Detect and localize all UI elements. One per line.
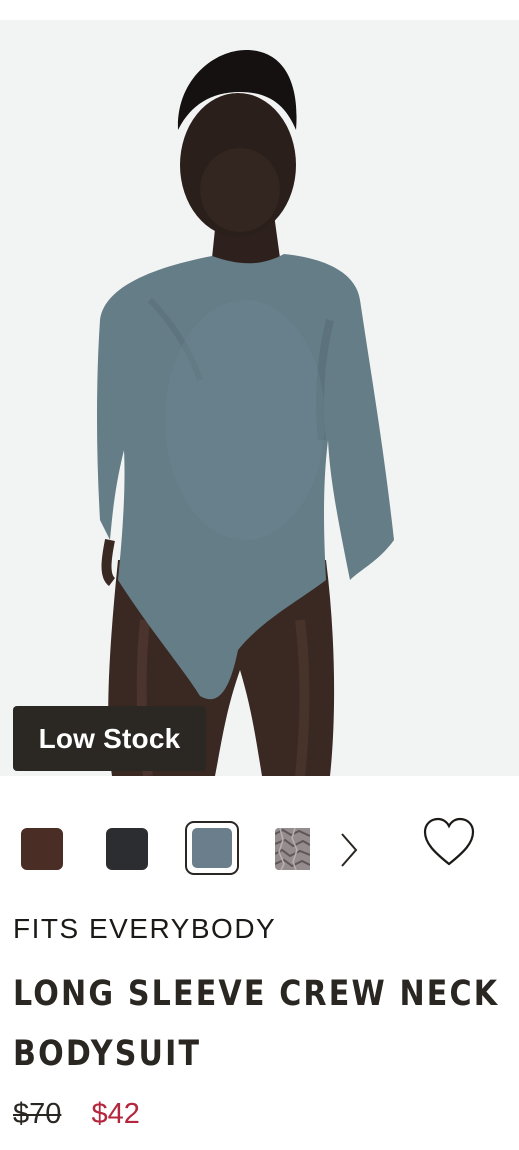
heart-outline-icon[interactable]: [422, 816, 476, 870]
sale-price: $42: [91, 1098, 140, 1130]
swatch-slate-blue-selected[interactable]: [185, 821, 239, 875]
original-price: $70: [13, 1098, 62, 1130]
brand-label: FITS EVERYBODY: [13, 913, 277, 944]
swatch-black[interactable]: [106, 828, 148, 870]
product-image[interactable]: Low Stock: [0, 20, 519, 776]
low-stock-label: Low Stock: [38, 722, 181, 754]
swatch-snake-print[interactable]: [275, 828, 310, 870]
chevron-right-icon[interactable]: [337, 830, 361, 870]
price-row: $70 $42: [13, 1098, 140, 1131]
swatch-brown[interactable]: [21, 828, 63, 870]
product-title[interactable]: LONG SLEEVE CREW NECK BODYSUIT: [13, 964, 503, 1084]
color-swatches: [0, 816, 519, 880]
low-stock-badge: Low Stock: [13, 706, 206, 771]
swatch-slate-blue-fill: [192, 828, 232, 868]
